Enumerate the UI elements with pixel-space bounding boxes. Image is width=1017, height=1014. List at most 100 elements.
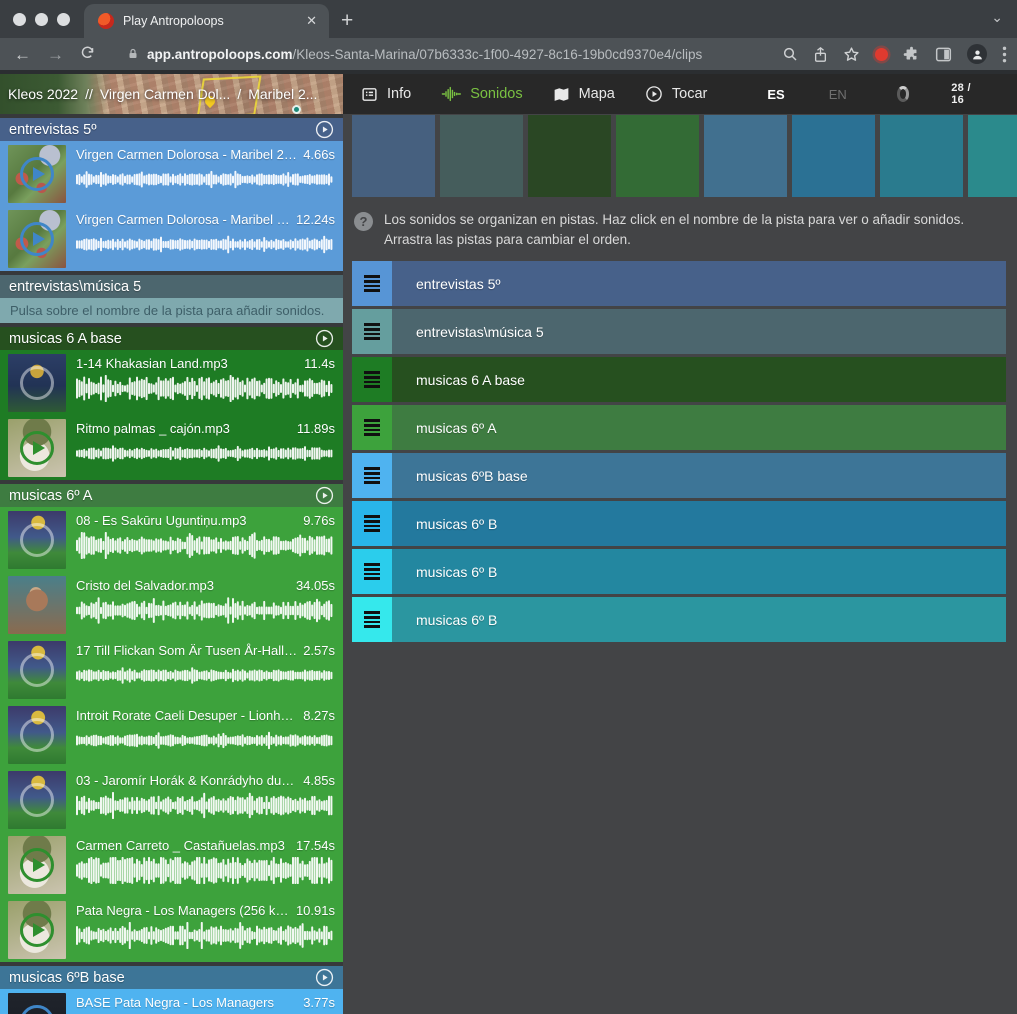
clip-play-overlay-icon[interactable]	[20, 222, 54, 256]
clip-row[interactable]: 1-14 Khakasian Land.mp311.4s	[8, 354, 335, 415]
track-drag-handle[interactable]	[352, 405, 392, 450]
track-name[interactable]: entrevistas\música 5	[416, 324, 544, 340]
clip-play-overlay-icon[interactable]	[20, 653, 54, 687]
browser-tab[interactable]: Play Antropoloops ✕	[84, 4, 329, 38]
minimize-window-button[interactable]	[35, 13, 48, 26]
track-bar[interactable]: musicas 6º B	[392, 597, 1006, 642]
clip-row[interactable]: 08 - Es Sakūru Uguntiņu.mp39.76s	[8, 511, 335, 572]
lang-es-button[interactable]: ES	[767, 87, 784, 102]
track-section-name[interactable]: musicas 6º A	[9, 488, 92, 504]
track-row[interactable]: entrevistas\música 5	[352, 309, 1006, 354]
clip-thumbnail[interactable]	[8, 354, 66, 412]
clip-play-overlay-icon[interactable]	[20, 783, 54, 817]
tab-info[interactable]: Info	[361, 86, 411, 103]
breadcrumb-item[interactable]: Maribel 2...	[248, 86, 317, 102]
track-drag-handle[interactable]	[352, 261, 392, 306]
track-color-tile[interactable]	[704, 115, 787, 197]
track-color-tile[interactable]	[792, 115, 875, 197]
clip-thumbnail[interactable]	[8, 901, 66, 959]
clip-thumbnail[interactable]	[8, 576, 66, 634]
clip-title[interactable]: 08 - Es Sakūru Uguntiņu.mp3	[76, 513, 247, 528]
clip-row[interactable]: Pata Negra - Los Managers (256 kbps).mp3…	[8, 901, 335, 962]
track-bar[interactable]: musicas 6 A base	[392, 357, 1006, 402]
extensions-puzzle-icon[interactable]	[903, 46, 920, 63]
track-bar[interactable]: musicas 6ºB base	[392, 453, 1006, 498]
clip-thumbnail[interactable]	[8, 706, 66, 764]
bookmark-star-icon[interactable]	[843, 46, 860, 63]
clip-title[interactable]: Pata Negra - Los Managers (256 kbps).mp3	[76, 903, 290, 918]
track-name[interactable]: musicas 6º B	[416, 564, 497, 580]
clip-row[interactable]: 17 Till Flickan Som Är Tusen År-Halling …	[8, 641, 335, 702]
clip-thumbnail[interactable]	[8, 210, 66, 268]
window-controls[interactable]	[0, 0, 84, 38]
clip-play-overlay-icon[interactable]	[20, 523, 54, 557]
track-bar[interactable]: entrevistas 5º	[392, 261, 1006, 306]
clip-title[interactable]: 17 Till Flickan Som Är Tusen År-Halling …	[76, 643, 297, 658]
breadcrumb[interactable]: Kleos 2022 // Virgen Carmen Dol... / Mar…	[8, 74, 317, 114]
clip-play-overlay-icon[interactable]	[20, 431, 54, 465]
side-panel-icon[interactable]	[935, 47, 952, 62]
record-extension-icon[interactable]	[875, 48, 888, 61]
tab-close-icon[interactable]: ✕	[304, 13, 319, 29]
clip-title[interactable]: Carmen Carreto _ Castañuelas.mp3	[76, 838, 285, 853]
track-name[interactable]: entrevistas 5º	[416, 276, 501, 292]
track-color-tile[interactable]	[440, 115, 523, 197]
track-play-icon[interactable]	[315, 486, 334, 505]
track-section-header[interactable]: entrevistas\música 5	[0, 275, 343, 298]
track-color-tile[interactable]	[616, 115, 699, 197]
back-button[interactable]: ←	[14, 46, 31, 63]
clip-thumbnail[interactable]	[8, 419, 66, 477]
clip-thumbnail[interactable]	[8, 993, 66, 1014]
clip-title[interactable]: 03 - Jaromír Horák & Konrádyho dudácká .…	[76, 773, 297, 788]
clip-row[interactable]: Virgen Carmen Dolorosa - Maribel 2.mp34.…	[8, 145, 335, 206]
share-icon[interactable]	[813, 46, 828, 63]
track-name[interactable]: musicas 6º B	[416, 516, 497, 532]
clip-play-overlay-icon[interactable]	[20, 848, 54, 882]
clip-thumbnail[interactable]	[8, 836, 66, 894]
track-section-header[interactable]: musicas 6ºB base	[0, 966, 343, 989]
profile-avatar[interactable]	[967, 44, 987, 64]
track-row[interactable]: musicas 6 A base	[352, 357, 1006, 402]
track-section-name[interactable]: musicas 6 A base	[9, 331, 122, 347]
clip-play-overlay-icon[interactable]	[20, 718, 54, 752]
clip-play-overlay-icon[interactable]	[20, 157, 54, 191]
lang-en-button[interactable]: EN	[829, 87, 847, 102]
track-play-icon[interactable]	[315, 968, 334, 987]
track-drag-handle[interactable]	[352, 501, 392, 546]
track-section-header[interactable]: entrevistas 5º	[0, 118, 343, 141]
clip-title[interactable]: Cristo del Salvador.mp3	[76, 578, 214, 593]
zoom-search-icon[interactable]	[782, 46, 798, 62]
track-color-tile[interactable]	[880, 115, 963, 197]
clip-title[interactable]: BASE Pata Negra - Los Managers	[76, 995, 274, 1010]
clip-row[interactable]: Cristo del Salvador.mp334.05s	[8, 576, 335, 637]
map-preview-strip[interactable]: Kleos 2022 // Virgen Carmen Dol... / Mar…	[0, 74, 343, 114]
clip-row[interactable]: BASE Pata Negra - Los Managers3.77s	[8, 993, 335, 1014]
track-color-tile[interactable]	[968, 115, 1017, 197]
track-section-name[interactable]: musicas 6ºB base	[9, 970, 125, 986]
track-row[interactable]: musicas 6º B	[352, 597, 1006, 642]
track-drag-handle[interactable]	[352, 309, 392, 354]
reload-button[interactable]	[80, 45, 95, 63]
track-drag-handle[interactable]	[352, 357, 392, 402]
clip-title[interactable]: Introit Rorate Caeli Desuper - Lionheart…	[76, 708, 297, 723]
forward-button[interactable]: →	[47, 46, 64, 63]
track-name[interactable]: musicas 6º B	[416, 612, 497, 628]
track-play-icon[interactable]	[315, 120, 334, 139]
track-bar[interactable]: musicas 6º A	[392, 405, 1006, 450]
new-tab-button[interactable]: +	[341, 9, 353, 33]
track-row[interactable]: musicas 6º B	[352, 549, 1006, 594]
track-name[interactable]: musicas 6ºB base	[416, 468, 528, 484]
track-drag-handle[interactable]	[352, 549, 392, 594]
clip-title[interactable]: Ritmo palmas _ cajón.mp3	[76, 421, 230, 436]
track-drag-handle[interactable]	[352, 453, 392, 498]
track-name[interactable]: musicas 6 A base	[416, 372, 525, 388]
track-section-header[interactable]: musicas 6º A	[0, 484, 343, 507]
track-color-tile[interactable]	[352, 115, 435, 197]
clip-thumbnail[interactable]	[8, 145, 66, 203]
track-row[interactable]: musicas 6ºB base	[352, 453, 1006, 498]
track-section-header[interactable]: musicas 6 A base	[0, 327, 343, 350]
breadcrumb-project[interactable]: Kleos 2022	[8, 86, 78, 102]
tab-search-chevron-icon[interactable]: ⌄	[991, 9, 1003, 26]
clip-row[interactable]: Introit Rorate Caeli Desuper - Lionheart…	[8, 706, 335, 767]
clip-play-overlay-icon[interactable]	[20, 913, 54, 947]
